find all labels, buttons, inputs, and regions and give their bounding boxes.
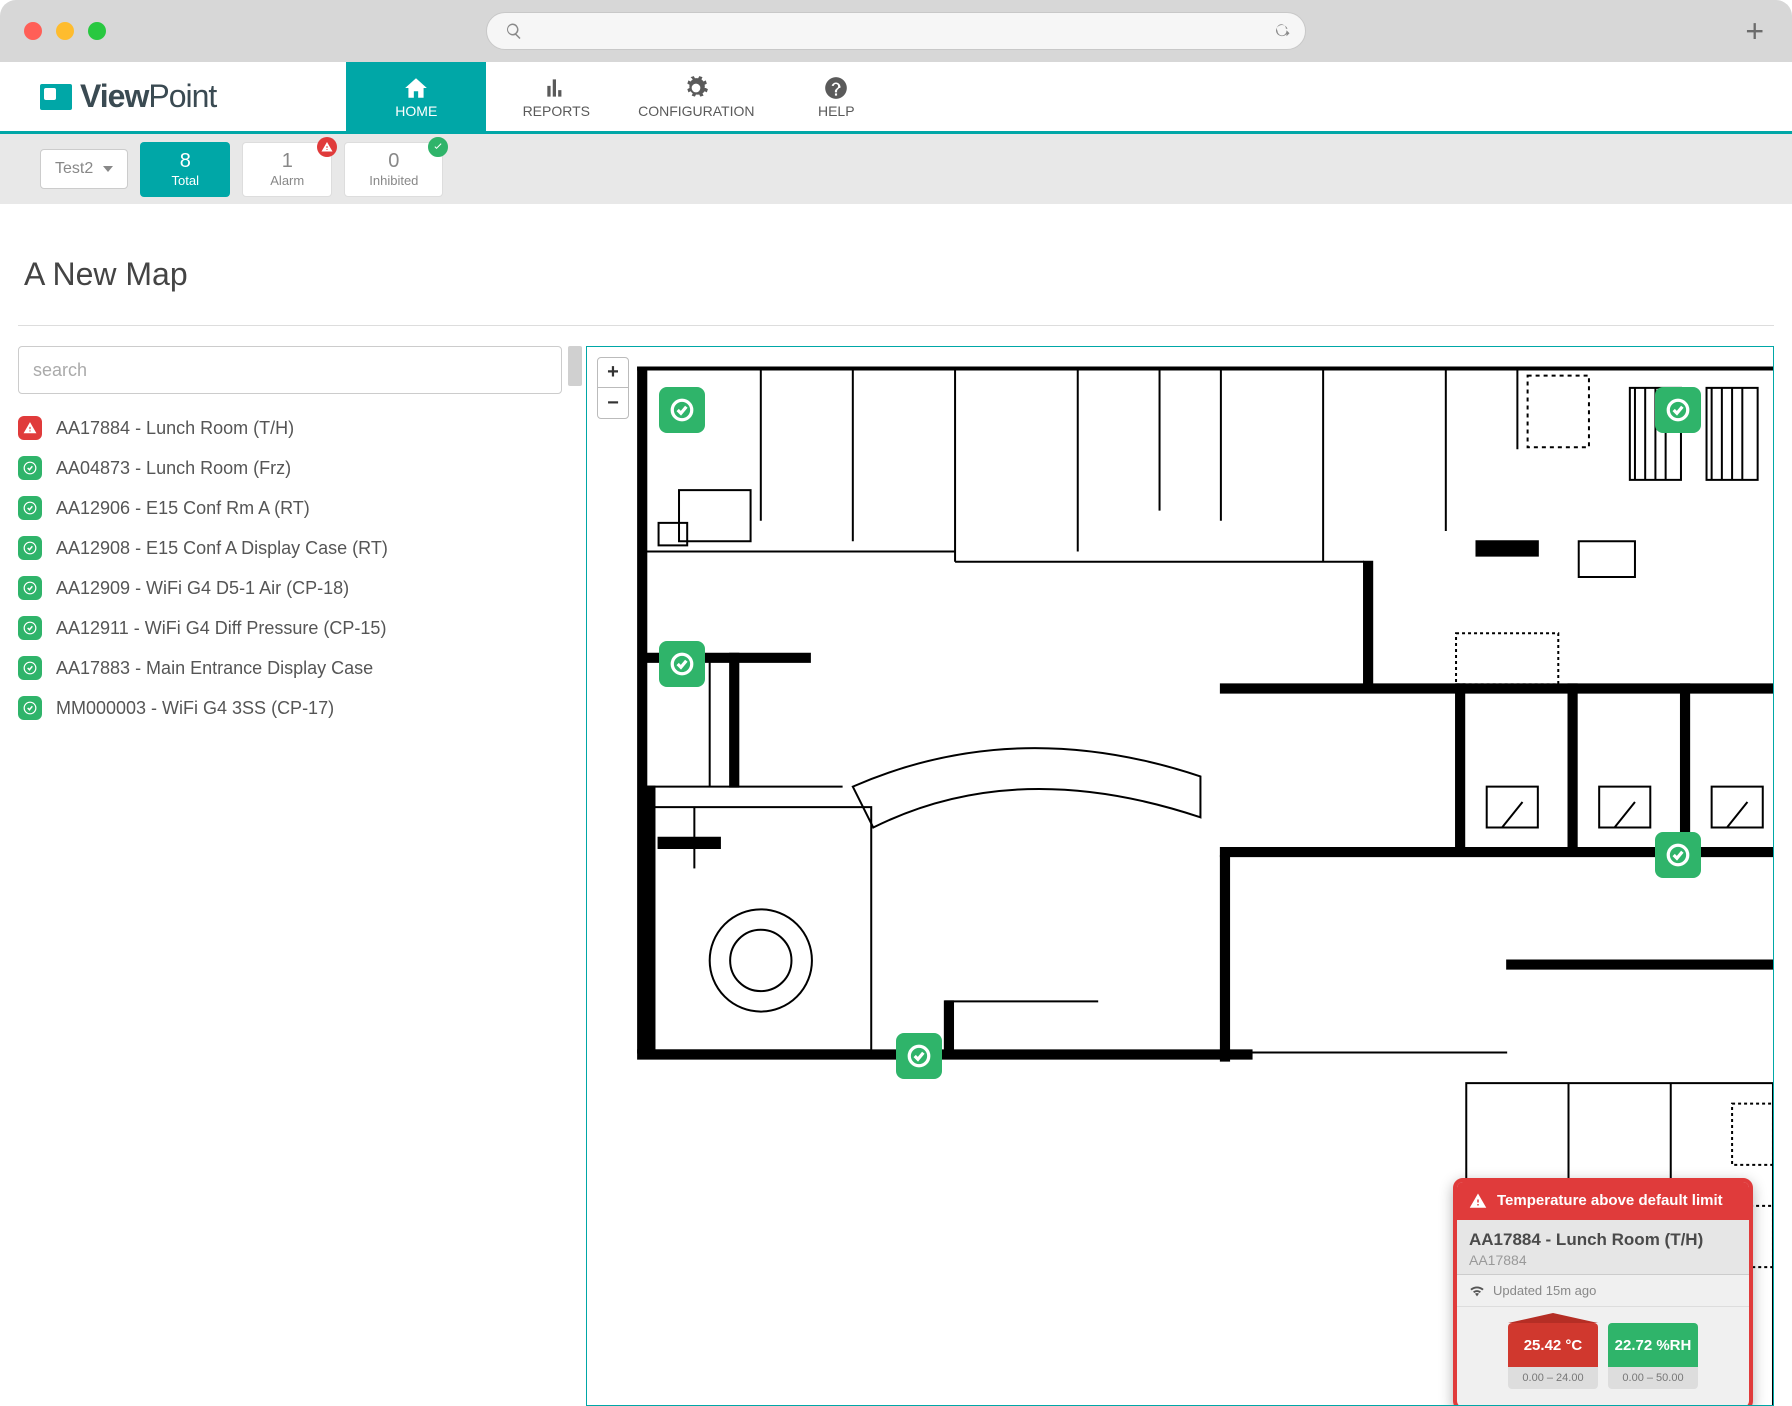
humidity-value: 22.72 %RH	[1608, 1323, 1698, 1367]
temperature-range: 0.00 – 24.00	[1508, 1367, 1598, 1389]
sensor-item[interactable]: AA12911 - WiFi G4 Diff Pressure (CP-15)	[18, 616, 562, 640]
stat-alarm-label: Alarm	[267, 173, 307, 188]
new-tab-button[interactable]: +	[1745, 13, 1764, 50]
nav-help-label: HELP	[818, 103, 855, 119]
search-input[interactable]	[18, 346, 562, 394]
app-header: ViewPoint HOME REPORTS CONFIGURATION HEL…	[0, 62, 1792, 134]
refresh-icon[interactable]	[1273, 22, 1291, 40]
stat-inhibited-label: Inhibited	[369, 173, 418, 188]
help-icon	[823, 75, 849, 101]
humidity-reading: 22.72 %RH 0.00 – 50.00	[1608, 1323, 1698, 1389]
humidity-range: 0.00 – 50.00	[1608, 1367, 1698, 1389]
stat-inhibited-value: 0	[369, 151, 418, 171]
stat-alarm[interactable]: 1 Alarm	[242, 142, 332, 197]
status-bar: Test2 8 Total 1 Alarm 0 Inhibited	[0, 134, 1792, 204]
sensor-label: MM000003 - WiFi G4 3SS (CP-17)	[56, 698, 334, 719]
sensor-label: AA17884 - Lunch Room (T/H)	[56, 418, 294, 439]
browser-chrome: +	[0, 0, 1792, 62]
maximize-window-button[interactable]	[88, 22, 106, 40]
map-marker-ok[interactable]	[1655, 387, 1701, 433]
map-marker-ok[interactable]	[659, 387, 705, 433]
brand-icon	[40, 84, 72, 110]
sensor-label: AA04873 - Lunch Room (Frz)	[56, 458, 291, 479]
ok-icon	[18, 456, 42, 480]
nav-reports[interactable]: REPORTS	[486, 62, 626, 131]
nav-help[interactable]: HELP	[766, 62, 906, 131]
map-marker-ok[interactable]	[896, 1033, 942, 1079]
map-marker-ok[interactable]	[1655, 832, 1701, 878]
sensor-label: AA12908 - E15 Conf A Display Case (RT)	[56, 538, 388, 559]
close-window-button[interactable]	[24, 22, 42, 40]
nav-reports-label: REPORTS	[523, 103, 590, 119]
popup-title: AA17884 - Lunch Room (T/H)	[1469, 1230, 1737, 1250]
sensor-item[interactable]: AA12909 - WiFi G4 D5-1 Air (CP-18)	[18, 576, 562, 600]
nav-home[interactable]: HOME	[346, 62, 486, 131]
stat-inhibited[interactable]: 0 Inhibited	[344, 142, 443, 197]
sensor-label: AA12911 - WiFi G4 Diff Pressure (CP-15)	[56, 618, 386, 639]
gear-icon	[683, 75, 709, 101]
ok-icon	[18, 656, 42, 680]
site-selector-value: Test2	[55, 160, 93, 178]
search-icon	[505, 22, 523, 40]
stat-total[interactable]: 8 Total	[140, 142, 230, 197]
stat-total-value: 8	[165, 151, 205, 171]
sensor-popup: Temperature above default limit AA17884 …	[1453, 1178, 1753, 1406]
popup-banner-text: Temperature above default limit	[1497, 1192, 1723, 1209]
reports-icon	[543, 75, 569, 101]
popup-subtitle: AA17884	[1469, 1252, 1737, 1268]
wifi-icon	[1469, 1285, 1485, 1297]
popup-alert-banner: Temperature above default limit	[1457, 1182, 1749, 1220]
scroll-handle[interactable]	[568, 346, 582, 386]
sensor-item[interactable]: AA12906 - E15 Conf Rm A (RT)	[18, 496, 562, 520]
warning-icon	[1469, 1192, 1487, 1210]
temperature-value: 25.42 °C	[1508, 1323, 1598, 1367]
sensor-label: AA12906 - E15 Conf Rm A (RT)	[56, 498, 310, 519]
url-bar[interactable]	[486, 12, 1306, 50]
zoom-out-button[interactable]: −	[598, 388, 628, 418]
page-title: A New Map	[24, 256, 1774, 293]
sensor-item[interactable]: AA17883 - Main Entrance Display Case	[18, 656, 562, 680]
ok-badge-icon	[428, 137, 448, 157]
site-selector[interactable]: Test2	[40, 149, 128, 189]
sensor-item[interactable]: AA12908 - E15 Conf A Display Case (RT)	[18, 536, 562, 560]
sensor-list: AA17884 - Lunch Room (T/H) AA04873 - Lunc…	[18, 416, 562, 720]
stat-total-label: Total	[165, 173, 205, 188]
brand-text: ViewPoint	[80, 78, 216, 115]
main-nav: HOME REPORTS CONFIGURATION HELP	[346, 62, 906, 131]
alarm-badge-icon	[317, 137, 337, 157]
nav-config-label: CONFIGURATION	[638, 103, 754, 119]
alarm-icon	[18, 416, 42, 440]
ok-icon	[18, 536, 42, 560]
ok-icon	[18, 576, 42, 600]
window-controls	[24, 22, 106, 40]
nav-home-label: HOME	[395, 103, 437, 119]
popup-updated-text: Updated 15m ago	[1493, 1283, 1596, 1298]
divider	[18, 325, 1774, 326]
stat-alarm-value: 1	[267, 151, 307, 171]
popup-updated-row: Updated 15m ago	[1457, 1275, 1749, 1307]
zoom-controls: + −	[597, 357, 629, 419]
zoom-in-button[interactable]: +	[598, 358, 628, 388]
floorplan-map[interactable]: + −	[586, 346, 1774, 1406]
sensor-item[interactable]: MM000003 - WiFi G4 3SS (CP-17)	[18, 696, 562, 720]
nav-configuration[interactable]: CONFIGURATION	[626, 62, 766, 131]
temperature-reading: 25.42 °C 0.00 – 24.00	[1508, 1323, 1598, 1389]
ok-icon	[18, 696, 42, 720]
sensor-item[interactable]: AA17884 - Lunch Room (T/H)	[18, 416, 562, 440]
sensor-label: AA17883 - Main Entrance Display Case	[56, 658, 373, 679]
sensor-label: AA12909 - WiFi G4 D5-1 Air (CP-18)	[56, 578, 349, 599]
ok-icon	[18, 496, 42, 520]
map-marker-ok[interactable]	[659, 641, 705, 687]
sensor-sidebar: AA17884 - Lunch Room (T/H) AA04873 - Lunc…	[18, 346, 562, 1406]
brand-logo[interactable]: ViewPoint	[40, 78, 216, 115]
minimize-window-button[interactable]	[56, 22, 74, 40]
home-icon	[403, 75, 429, 101]
sensor-item[interactable]: AA04873 - Lunch Room (Frz)	[18, 456, 562, 480]
ok-icon	[18, 616, 42, 640]
